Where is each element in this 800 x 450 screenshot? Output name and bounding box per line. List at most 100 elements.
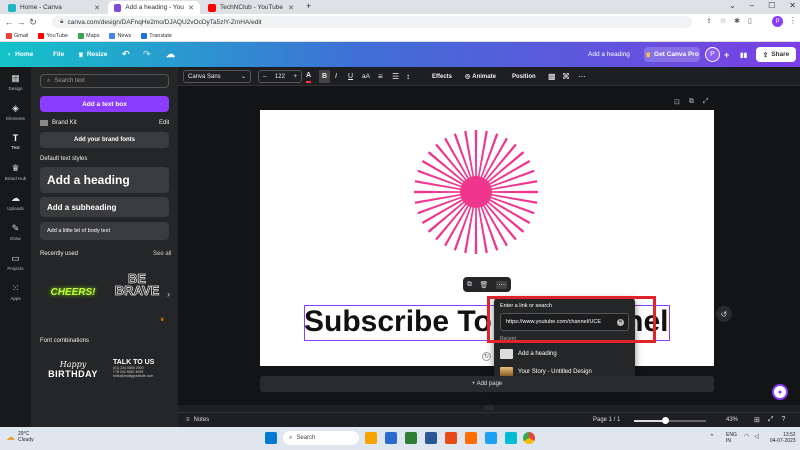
see-all-link[interactable]: See all [153, 251, 171, 257]
zoom-slider-thumb[interactable] [662, 417, 669, 424]
chrome-icon[interactable] [523, 432, 535, 444]
zoom-slider[interactable] [634, 417, 706, 424]
rotate-handle-icon[interactable]: ↻ [482, 352, 491, 361]
text-color-icon[interactable]: A [306, 70, 312, 83]
tab-add-a-heading[interactable]: Add a heading - Youtube Banner ✕ [108, 1, 200, 14]
rail-item-elements[interactable]: ◈ Elements [0, 103, 31, 121]
bookmark-translate[interactable]: Translate [141, 32, 172, 39]
chevron-right-icon[interactable]: › [167, 289, 170, 299]
duplicate-page-icon[interactable]: ⧉ [689, 98, 694, 106]
grid-view-icon[interactable]: ⊞ [754, 416, 760, 424]
rail-item-brand-hub[interactable]: ♛ Brand Hub [0, 163, 31, 181]
transparency-icon[interactable]: ▩ [548, 70, 556, 83]
duplicate-icon[interactable]: ⧉ [467, 281, 472, 289]
decrease-size-icon[interactable]: – [263, 74, 266, 80]
minimize-icon[interactable]: – [750, 1, 754, 10]
close-icon[interactable]: ✕ [94, 4, 100, 12]
italic-button[interactable]: I [335, 70, 337, 83]
animate-button[interactable]: ◎ Animate [465, 70, 496, 83]
rail-item-text[interactable]: T Text [0, 133, 31, 150]
excel-icon[interactable] [405, 432, 417, 444]
get-canva-pro-button[interactable]: ♛ Get Canva Pro [644, 47, 700, 62]
file-menu-button[interactable]: File [53, 42, 64, 67]
fullscreen-icon[interactable]: ⤢ [768, 416, 774, 424]
design-title[interactable]: Add a heading [588, 42, 630, 67]
taskbar-search[interactable]: ⌕ Search [283, 431, 359, 445]
rail-item-uploads[interactable]: ☁ Uploads [0, 193, 31, 211]
skype-icon[interactable] [485, 432, 497, 444]
maximize-icon[interactable]: ☐ [768, 1, 775, 10]
recent-text-be-brave[interactable]: BE BRAVE [109, 272, 165, 298]
increase-size-icon[interactable]: + [293, 74, 297, 80]
url-field[interactable]: 🔒︎ canva.com/design/DAFnqHe2mo/DJAQU2vOc… [52, 16, 692, 28]
profile-avatar[interactable]: P [772, 16, 783, 27]
magic-assist-icon[interactable]: ✦ [772, 384, 788, 400]
weather-widget[interactable]: ☁ 29°C Cloudy [6, 431, 34, 443]
paint-roller-icon[interactable]: ⌘ [562, 70, 570, 83]
tab-home-canva[interactable]: Home - Canva ✕ [2, 1, 106, 14]
recent-text-cheers[interactable]: CHEERS! [40, 264, 106, 320]
reload-icon[interactable]: ↻ [27, 17, 39, 28]
redo-icon[interactable]: ↷ [143, 42, 151, 67]
menu-dots-icon[interactable]: ⋮ [789, 16, 797, 25]
bookmark-news[interactable]: News [109, 32, 131, 39]
notes-button[interactable]: ≡ Notes [186, 417, 209, 423]
page-indicator[interactable]: Page 1 / 1 [593, 417, 620, 423]
font-family-select[interactable]: Canva Sans ⌄ [183, 70, 251, 83]
clock[interactable]: 13:52 04-07-2023 [770, 432, 796, 444]
avatar[interactable]: P [705, 47, 720, 62]
add-heading-button[interactable]: Add a heading [40, 167, 169, 193]
rail-item-design[interactable]: ▦ Design [0, 73, 31, 91]
position-button[interactable]: Position [512, 70, 536, 83]
add-people-icon[interactable]: + [724, 42, 729, 67]
tab-technclub-youtube[interactable]: TechNClub - YouTube ✕ [202, 1, 300, 14]
sidebar-icon[interactable]: ▯ [748, 17, 752, 25]
add-page-button[interactable]: + Add page [260, 376, 714, 392]
app-icon[interactable] [505, 432, 517, 444]
case-icon[interactable]: aA [362, 70, 370, 83]
help-icon[interactable]: ? [781, 416, 785, 424]
windows-start-icon[interactable] [265, 432, 277, 444]
lock-icon[interactable]: ⊡ [674, 98, 680, 106]
spacing-icon[interactable]: ↕ [406, 70, 410, 83]
bookmark-gmail[interactable]: Gmail [6, 32, 28, 39]
brand-kit-edit-link[interactable]: Edit [159, 120, 169, 126]
word-icon[interactable] [425, 432, 437, 444]
rail-item-apps[interactable]: ⁙ Apps [0, 283, 31, 301]
home-button[interactable]: ‹ Home [8, 42, 33, 67]
app-icon[interactable] [465, 432, 477, 444]
add-brand-fonts-button[interactable]: Add your brand fonts [40, 132, 169, 148]
effects-button[interactable]: Effects [432, 70, 452, 83]
close-icon[interactable]: ✕ [288, 4, 294, 12]
chevron-down-icon[interactable]: ⌄ [729, 1, 736, 10]
expand-icon[interactable]: ⤢ [703, 98, 709, 106]
align-icon[interactable]: ≡ [378, 70, 383, 83]
search-input[interactable]: ⌕ Search text [40, 74, 169, 88]
bookmark-maps[interactable]: Maps [78, 32, 99, 39]
back-icon[interactable]: ← [3, 17, 15, 27]
star-icon[interactable]: ☆ [720, 17, 726, 25]
close-window-icon[interactable]: ✕ [789, 1, 796, 10]
bookmark-youtube[interactable]: YouTube [38, 32, 68, 39]
add-body-text-button[interactable]: Add a little bit of body text [40, 222, 169, 240]
comment-icon[interactable]: ↺ [716, 306, 732, 322]
add-text-box-button[interactable]: Add a text box [40, 96, 169, 112]
tray-chevron-icon[interactable]: ⌃ [709, 433, 715, 441]
undo-icon[interactable]: ↶ [122, 42, 130, 67]
new-tab-button[interactable]: + [306, 1, 311, 11]
font-size-stepper[interactable]: – 122 + [258, 70, 302, 83]
font-combo-talk-to-us[interactable]: TALK TO US (01) 234 5555 2000 +78 234 55… [113, 359, 173, 378]
more-icon[interactable]: ⋯ [578, 70, 586, 83]
bold-button[interactable]: B [319, 70, 330, 83]
language-indicator[interactable]: ENG IN [726, 432, 737, 444]
add-subheading-button[interactable]: Add a subheading [40, 197, 169, 217]
analytics-icon[interactable]: ▮▮ [740, 42, 747, 67]
font-combo-happy-birthday[interactable]: Happy BIRTHDAY [40, 360, 106, 379]
zoom-level[interactable]: 43% [726, 417, 738, 423]
volume-icon[interactable]: ◁ [754, 433, 759, 440]
share-button[interactable]: ⇪ Share [756, 47, 796, 62]
wifi-icon[interactable]: ◠ [744, 433, 749, 440]
extension-icon[interactable]: ✱ [734, 17, 740, 25]
underline-button[interactable]: U [348, 70, 353, 83]
link-suggestion-item[interactable]: Add a heading [500, 346, 629, 361]
